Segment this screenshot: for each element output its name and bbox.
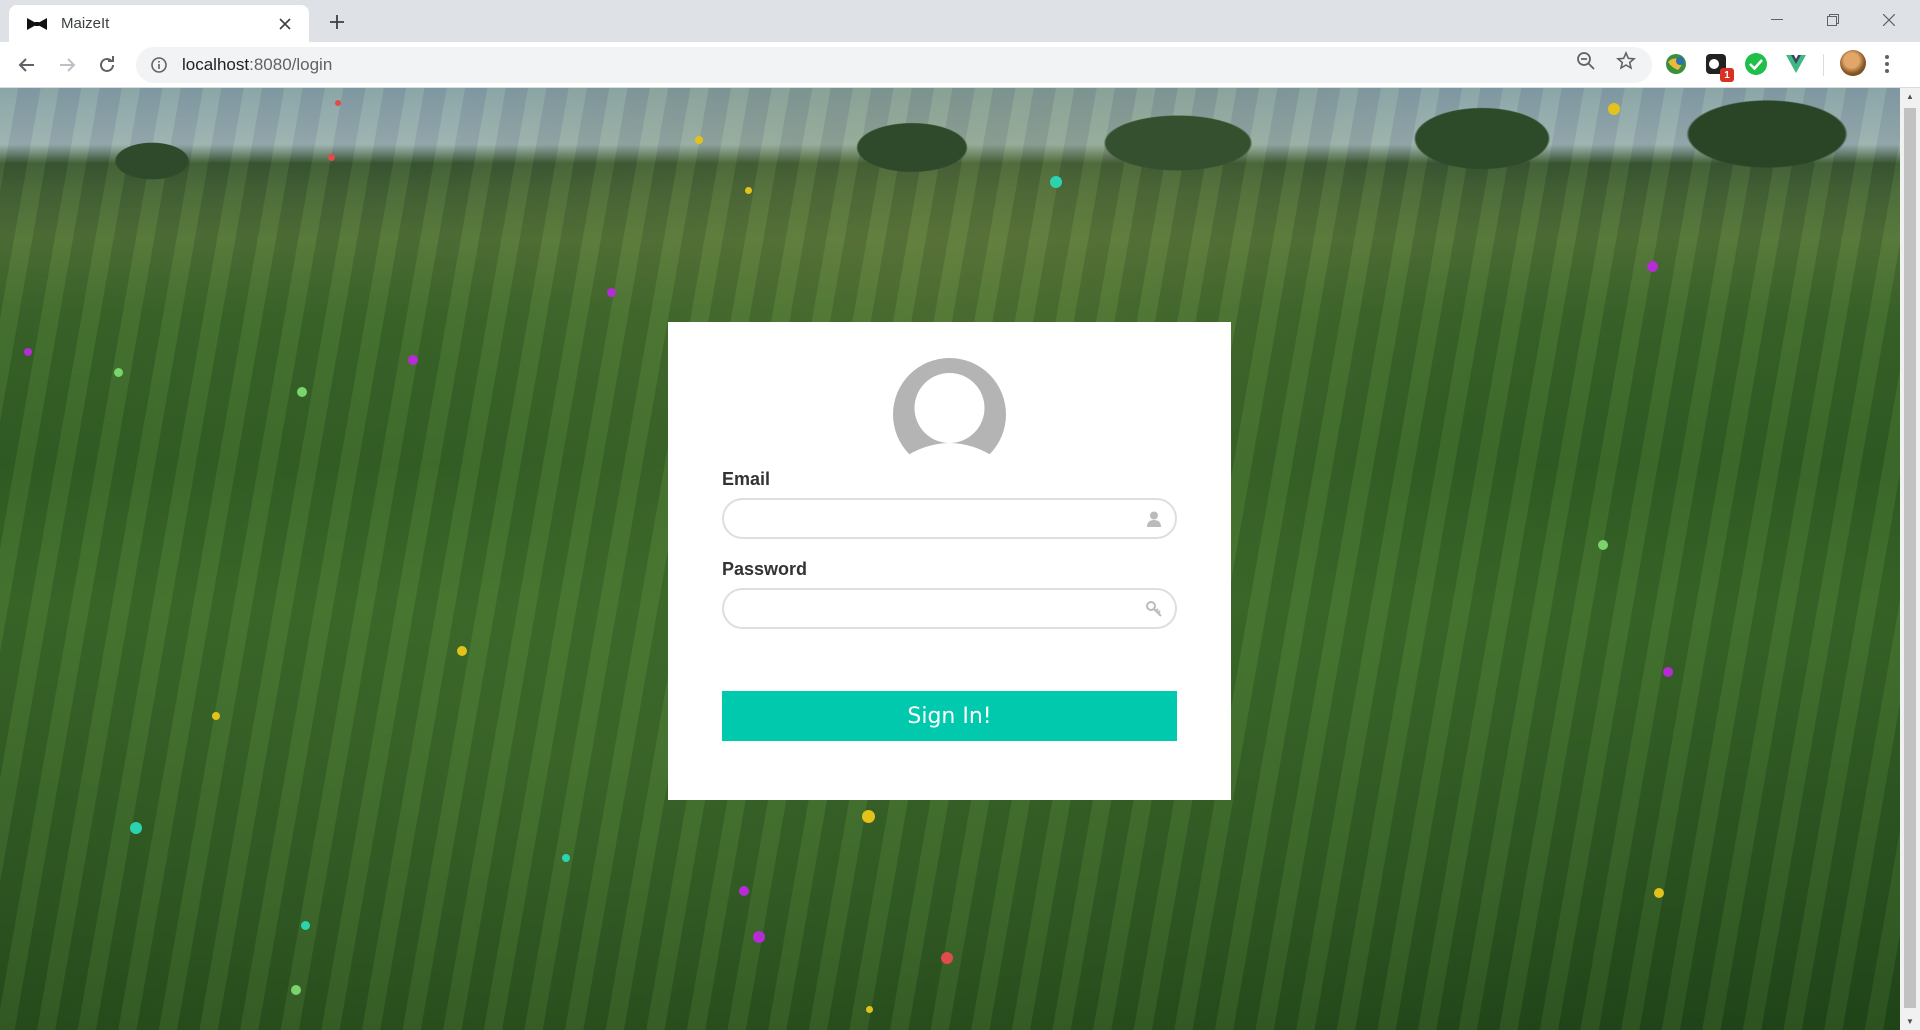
extension-badge-count: 1 [1720, 68, 1734, 82]
user-icon [1145, 510, 1163, 528]
password-field-wrapper [722, 588, 1177, 629]
minimize-window-button[interactable] [1754, 0, 1800, 40]
particle-dot [1654, 888, 1664, 898]
particle-dot [753, 931, 765, 943]
back-button[interactable] [12, 50, 42, 80]
extension-badge-icon[interactable]: 1 [1704, 52, 1734, 82]
password-field[interactable] [724, 590, 1175, 627]
particle-dot [301, 921, 310, 930]
new-tab-button[interactable] [323, 8, 351, 36]
extension-check-icon[interactable] [1744, 52, 1768, 76]
particle-dot [408, 355, 418, 365]
arrow-right-icon [60, 58, 76, 72]
particle-dot [1608, 103, 1620, 115]
extension-globe-icon[interactable] [1664, 52, 1688, 76]
url-path: :8080/login [249, 55, 333, 74]
info-icon[interactable] [150, 56, 168, 74]
email-field[interactable] [724, 500, 1175, 537]
browser-toolbar: localhost:8080/login 1 [0, 42, 1920, 88]
particle-dot [1598, 540, 1608, 550]
scroll-up-arrow-icon[interactable]: ▲ [1900, 88, 1920, 105]
password-label: Password [722, 559, 808, 579]
particle-dot [862, 810, 875, 823]
email-field-wrapper [722, 498, 1177, 539]
bowtie-favicon-icon [27, 17, 47, 31]
url-host: localhost [182, 55, 250, 74]
key-icon [1145, 600, 1163, 618]
particle-dot [212, 712, 220, 720]
profile-avatar[interactable] [1840, 50, 1866, 76]
url-text: localhost:8080/login [182, 55, 332, 75]
particle-dot [24, 348, 32, 356]
particle-dot [1663, 667, 1673, 677]
login-card: Email Password Sign In! [668, 322, 1231, 800]
plus-icon [330, 15, 344, 29]
zoom-icon[interactable] [1576, 51, 1596, 71]
particle-dot [114, 368, 123, 377]
particle-dot [695, 136, 703, 144]
close-window-button[interactable] [1866, 0, 1912, 40]
scrollbar-thumb[interactable] [1904, 108, 1916, 1008]
tab-close-icon[interactable] [275, 14, 295, 34]
particle-dot [739, 886, 749, 896]
particle-dot [457, 646, 467, 656]
particle-dot [866, 1006, 873, 1013]
extension-vue-icon[interactable] [1784, 52, 1808, 76]
particle-dot [130, 822, 142, 834]
bookmark-star-icon[interactable] [1616, 51, 1636, 71]
user-avatar-icon [893, 358, 1006, 471]
sign-in-button[interactable]: Sign In! [722, 691, 1177, 741]
page-viewport: Email Password Sign In! [0, 88, 1900, 1030]
reload-icon [100, 56, 114, 72]
toolbar-divider [1823, 54, 1824, 76]
particle-dot [1647, 261, 1658, 272]
page-scrollbar[interactable]: ▲ ▼ [1900, 88, 1920, 1030]
arrow-left-icon [18, 58, 34, 72]
tab-bar: MaizeIt [0, 0, 1920, 42]
address-bar[interactable]: localhost:8080/login [136, 47, 1652, 83]
particle-dot [328, 154, 335, 161]
forward-button[interactable] [52, 50, 82, 80]
particle-dot [297, 387, 307, 397]
tab-title: MaizeIt [61, 15, 110, 32]
scroll-down-arrow-icon[interactable]: ▼ [1900, 1013, 1920, 1030]
particle-dot [562, 854, 570, 862]
particle-dot [335, 100, 341, 106]
email-label: Email [722, 469, 771, 489]
restore-window-button[interactable] [1810, 0, 1856, 40]
browser-tab[interactable]: MaizeIt [9, 5, 309, 42]
reload-button[interactable] [92, 50, 122, 80]
particle-dot [607, 288, 616, 297]
particle-dot [745, 187, 752, 194]
particle-dot [941, 952, 953, 964]
particle-dot [1050, 176, 1062, 188]
particle-dot [291, 985, 301, 995]
menu-kebab-icon[interactable] [1884, 54, 1890, 74]
